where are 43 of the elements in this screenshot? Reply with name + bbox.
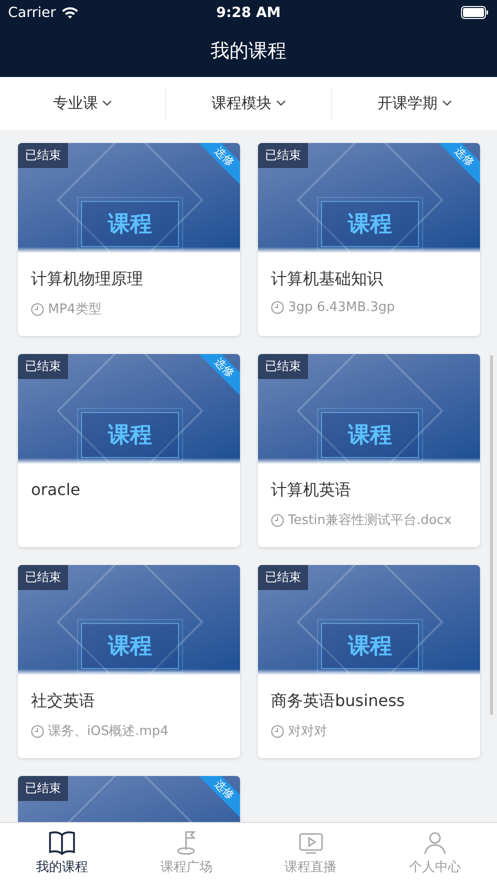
- status-badge: 已结束: [258, 143, 308, 168]
- status-badge: 已结束: [18, 776, 68, 801]
- course-meta: 课务、iOS概述.mp4: [48, 723, 168, 740]
- course-card[interactable]: 课程 已结束 选修 oracle: [18, 354, 240, 547]
- course-title: 计算机物理原理: [30, 268, 144, 290]
- filter-dropdown[interactable]: 专业课: [0, 77, 165, 130]
- course-title: 计算机基础知识: [270, 268, 384, 290]
- course-card[interactable]: 课程 已结束 选修 计算机物理原理 MP4类型: [18, 143, 240, 336]
- chevron-down-icon: [442, 100, 452, 107]
- chevron-down-icon: [276, 100, 286, 107]
- course-title: oracle: [30, 479, 82, 499]
- battery-icon: [461, 6, 489, 19]
- status-time: 9:28 AM: [216, 4, 281, 20]
- course-title: 商务英语business: [270, 690, 406, 712]
- chevron-down-icon: [102, 100, 112, 107]
- filter-dropdown[interactable]: 开课学期: [332, 77, 497, 130]
- course-meta: 对对对: [288, 723, 327, 740]
- book-icon: [48, 830, 76, 856]
- tab-item[interactable]: 我的课程: [0, 823, 124, 883]
- status-badge: 已结束: [258, 565, 308, 590]
- clock-icon: [31, 302, 44, 316]
- clock-icon: [271, 301, 284, 314]
- status-badge: 已结束: [18, 565, 68, 590]
- course-meta: MP4类型: [48, 301, 102, 318]
- status-badge: 已结束: [258, 354, 308, 379]
- course-card[interactable]: 课程 已结束 计算机英语 Testin兼容性测试平台.docx: [258, 354, 480, 547]
- wifi-icon: [60, 6, 79, 19]
- course-meta: Testin兼容性测试平台.docx: [288, 512, 452, 529]
- course-title: 计算机英语: [270, 479, 352, 501]
- course-card[interactable]: 已结束 选修: [18, 776, 240, 822]
- status-badge: 已结束: [18, 143, 68, 168]
- course-title: 社交英语: [30, 690, 96, 712]
- clock-icon: [271, 724, 284, 738]
- course-card[interactable]: 课程 已结束 社交英语 课务、iOS概述.mp4: [18, 565, 240, 758]
- page-title: 我的课程: [210, 39, 286, 64]
- clock-icon: [271, 514, 284, 526]
- carrier-label: Carrier: [8, 4, 56, 20]
- course-card[interactable]: 课程 已结束 商务英语business 对对对: [258, 565, 480, 758]
- status-badge: 已结束: [18, 354, 68, 379]
- filter-dropdown[interactable]: 课程模块: [166, 77, 331, 130]
- clock-icon: [31, 724, 44, 738]
- course-card[interactable]: 课程 已结束 选修 计算机基础知识 3gp 6.43MB.3gp: [258, 143, 480, 336]
- course-meta: 3gp 6.43MB.3gp: [288, 300, 395, 315]
